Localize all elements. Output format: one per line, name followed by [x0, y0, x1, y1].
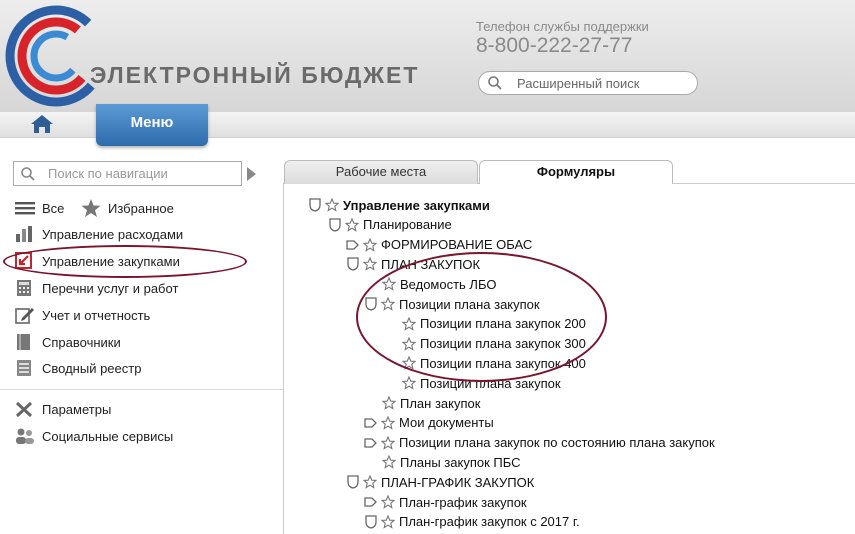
expand-shield-icon[interactable]	[346, 257, 360, 272]
nav-item-services[interactable]: Перечни услуг и работ	[14, 277, 178, 299]
support-phone: 8-800-222-27-77	[476, 34, 633, 57]
nav-collapse-arrow-icon[interactable]	[247, 167, 256, 181]
calculator-icon	[17, 280, 31, 296]
favorite-star-icon[interactable]	[362, 256, 378, 272]
nav-item-settings[interactable]: Параметры	[14, 398, 111, 420]
header	[0, 0, 855, 112]
tree-node-label: Планы закупок ПБС	[400, 454, 521, 470]
favorite-star-icon[interactable]	[324, 197, 340, 212]
favorite-star-icon[interactable]	[381, 454, 397, 470]
expand-shield-icon[interactable]	[346, 475, 360, 489]
arrow-tag-icon[interactable]	[364, 436, 378, 450]
nav-item-reference[interactable]: Справочники	[14, 331, 121, 353]
favorite-star-icon[interactable]	[380, 435, 396, 450]
favorite-star-icon[interactable]	[380, 415, 396, 430]
book-icon	[17, 334, 30, 350]
nav-divider	[0, 389, 283, 390]
brand-title: ЭЛЕКТРОННЫЙ БЮДЖЕТ	[90, 62, 420, 88]
nav-item-label: Сводный реестр	[42, 360, 142, 376]
tree-node-label: ФОРМИРОВАНИЕ ОБАС	[381, 237, 533, 253]
arrow-tag-icon[interactable]	[364, 495, 378, 509]
highlight-ellipse-nav	[3, 245, 247, 278]
tree-node[interactable]: План-график закупок с 2017 г.	[364, 513, 580, 531]
nav-item-label: Параметры	[42, 401, 112, 417]
arrow-tag-icon[interactable]	[346, 238, 360, 252]
tree-node-label: Мои документы	[399, 415, 494, 431]
tree-node-label: План-график закупок с 2017 г.	[399, 514, 580, 530]
edit-icon	[15, 308, 34, 324]
advanced-search-input[interactable]: Расширенный поиск	[478, 71, 698, 95]
advanced-search-placeholder: Расширенный поиск	[517, 75, 640, 91]
tree-node[interactable]: ФОРМИРОВАНИЕ ОБАС	[346, 236, 532, 254]
expand-shield-icon[interactable]	[364, 515, 378, 529]
nav-item-social[interactable]: Социальные сервисы	[14, 425, 173, 447]
nav-item-label: Учет и отчетность	[42, 307, 151, 323]
nav-favorites-label: Избранное	[108, 200, 174, 216]
nav-item-label: Управление расходами	[42, 226, 184, 242]
tree-node[interactable]: Планы закупок ПБС	[381, 453, 521, 471]
tree-node-label: Планирование	[363, 217, 452, 233]
tree-node-label: Позиции плана закупок по состоянию плана…	[399, 435, 715, 451]
nav-item-label: Справочники	[42, 334, 121, 350]
nav-search-input[interactable]: Поиск по навигации	[13, 161, 242, 186]
highlight-ellipse-tree	[356, 252, 607, 382]
favorite-star-icon[interactable]	[380, 514, 396, 529]
tree-node-label: План закупок	[400, 395, 481, 411]
tree-node[interactable]: Мои документы	[364, 414, 494, 432]
logo-icon	[5, 5, 107, 107]
list-icon	[15, 202, 35, 215]
nav-item-registry[interactable]: Сводный реестр	[14, 357, 141, 379]
registry-icon	[17, 360, 31, 376]
tree-node[interactable]: ПЛАН-ГРАФИК ЗАКУПОК	[346, 473, 534, 491]
nav-item-expenses[interactable]: Управление расходами	[14, 223, 183, 245]
tree-node-label: ПЛАН-ГРАФИК ЗАКУПОК	[381, 474, 535, 490]
search-icon	[488, 76, 502, 90]
tree-node-label: План-график закупок	[399, 494, 527, 510]
favorite-star-icon[interactable]	[344, 217, 360, 232]
nav-item-accounting[interactable]: Учет и отчетность	[14, 304, 150, 326]
tree-node-label: Управление закупками	[343, 197, 490, 213]
home-icon[interactable]	[28, 112, 56, 136]
tab-workplaces[interactable]: Рабочие места	[284, 160, 478, 184]
tree-node[interactable]: План-график закупок	[364, 493, 527, 511]
users-icon	[16, 428, 34, 444]
expand-shield-icon[interactable]	[328, 218, 342, 232]
nav-item-label: Перечни услуг и работ	[42, 280, 179, 296]
favorite-star-icon[interactable]	[381, 395, 397, 410]
menu-button[interactable]: Меню	[96, 104, 208, 146]
nav-item-label: Социальные сервисы	[42, 428, 174, 444]
expand-shield-icon[interactable]	[308, 198, 322, 212]
nav-all-label: Все	[42, 200, 65, 216]
tree-node[interactable]: План закупок	[381, 394, 481, 412]
support-label: Телефон службы поддержки	[476, 19, 649, 34]
tab-forms[interactable]: Формуляры	[479, 160, 673, 184]
tools-icon	[15, 401, 33, 418]
favorite-star-icon[interactable]	[401, 375, 417, 390]
nav-all[interactable]: Все	[14, 197, 64, 219]
tree-node[interactable]: Позиции плана закупок по состоянию плана…	[364, 434, 715, 452]
nav-favorites[interactable]: Избранное	[80, 197, 174, 219]
chart-icon	[16, 226, 32, 242]
tree-node[interactable]: Управление закупками	[308, 196, 490, 214]
nav-search-placeholder: Поиск по навигации	[48, 166, 168, 181]
favorite-star-icon[interactable]	[380, 494, 396, 509]
star-icon	[81, 199, 101, 217]
favorite-star-icon[interactable]	[362, 474, 378, 489]
search-icon	[21, 166, 35, 181]
tree-node[interactable]: Планирование	[328, 216, 452, 234]
favorite-star-icon[interactable]	[362, 237, 378, 252]
arrow-tag-icon[interactable]	[364, 416, 378, 430]
